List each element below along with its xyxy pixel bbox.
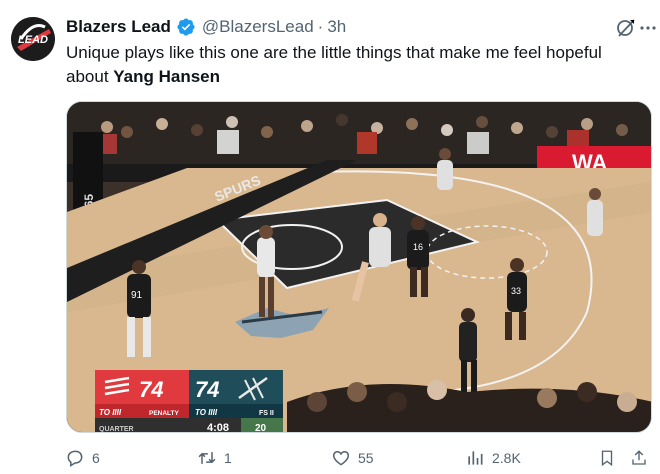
- tweet-card: LEAD Blazers Lead @BlazersLead · 3h Uniq…: [0, 0, 660, 474]
- grok-icon[interactable]: [614, 16, 638, 40]
- shot-clock: 20: [255, 423, 267, 433]
- home-score: 74: [195, 377, 219, 402]
- timestamp[interactable]: 3h: [327, 17, 346, 37]
- reply-count: 6: [92, 450, 100, 466]
- like-button[interactable]: 55: [330, 446, 374, 470]
- tweet-header: Blazers Lead @BlazersLead · 3h: [66, 16, 640, 38]
- away-score: 74: [139, 377, 163, 402]
- separator-dot: ·: [317, 17, 324, 36]
- heart-icon: [330, 447, 352, 469]
- game-clock: 4:08: [207, 422, 229, 433]
- home-status: FS II: [259, 410, 274, 417]
- tweet-text: Unique plays like this one are the littl…: [66, 41, 636, 89]
- like-count: 55: [358, 450, 374, 466]
- jersey-91: 91: [131, 290, 143, 301]
- handle[interactable]: @BlazersLead: [202, 17, 314, 37]
- video-player[interactable]: WA Se bet365 SPURS: [66, 101, 652, 433]
- views-button[interactable]: 2.8K: [464, 446, 521, 470]
- jersey-33: 33: [511, 286, 521, 296]
- repost-icon: [196, 447, 218, 469]
- scorebug: 74 74 TO IIII PENALTY TO IIII FS II QUAR…: [95, 370, 283, 433]
- reply-icon: [64, 447, 86, 469]
- tweet-text-mention: Yang Hansen: [113, 67, 221, 86]
- avatar[interactable]: LEAD: [11, 17, 55, 61]
- period-label: QUARTER: [99, 426, 134, 433]
- video-frame: WA Se bet365 SPURS: [67, 102, 651, 433]
- reply-button[interactable]: 6: [64, 446, 100, 470]
- views-chart-icon: [464, 447, 486, 469]
- blazers-lead-logo: LEAD: [11, 17, 55, 61]
- more-options-icon[interactable]: [638, 16, 658, 40]
- share-icon: [628, 447, 650, 469]
- verified-badge-icon: [176, 17, 196, 37]
- home-timeouts: TO IIII: [195, 408, 218, 417]
- tweet-actions: 6 1 55 2.8K: [60, 446, 650, 470]
- view-count: 2.8K: [492, 450, 521, 466]
- jersey-16: 16: [413, 242, 423, 252]
- repost-count: 1: [224, 450, 232, 466]
- bookmark-icon: [596, 447, 618, 469]
- away-timeouts: TO IIII: [99, 408, 122, 417]
- share-button[interactable]: [628, 446, 650, 470]
- repost-button[interactable]: 1: [196, 446, 232, 470]
- svg-text:LEAD: LEAD: [18, 34, 48, 46]
- display-name[interactable]: Blazers Lead: [66, 17, 171, 37]
- bookmark-button[interactable]: [596, 446, 618, 470]
- away-status: PENALTY: [149, 410, 180, 417]
